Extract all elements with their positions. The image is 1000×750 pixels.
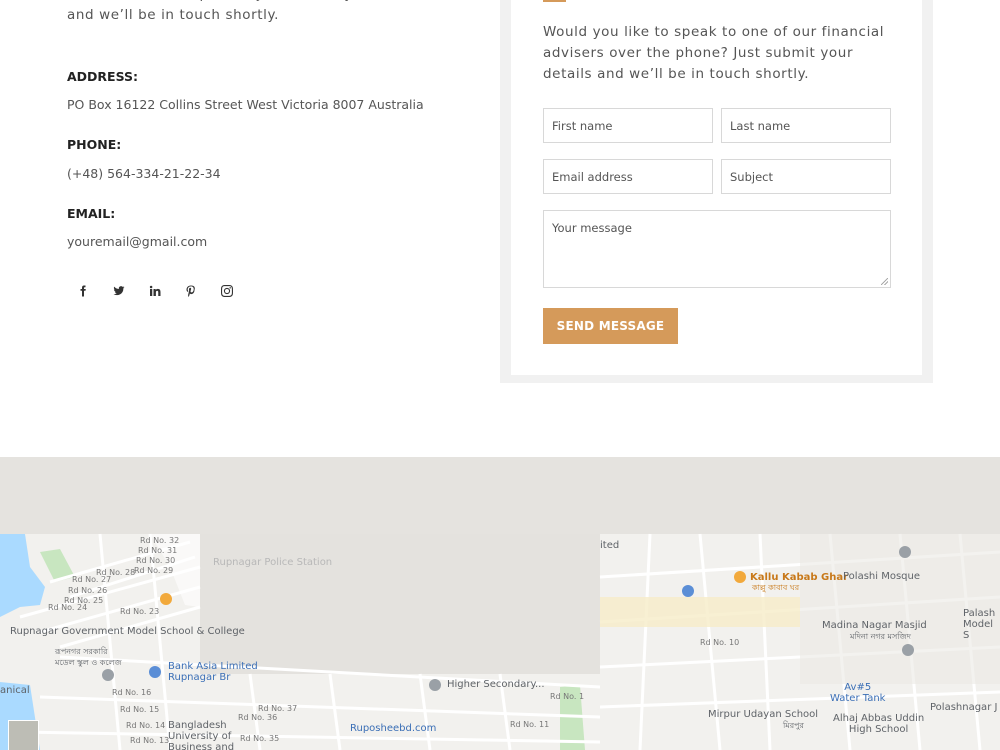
road-label: Rd No. 11 bbox=[510, 720, 550, 729]
map-label-madina-masjid: Madina Nagar Masjid bbox=[822, 620, 927, 631]
last-name-placeholder: Last name bbox=[730, 118, 791, 133]
road-label: Rd No. 1 bbox=[550, 692, 585, 701]
map-label-palashnagar-model: Palash Model S bbox=[963, 608, 996, 641]
linkedin-icon[interactable] bbox=[146, 282, 163, 299]
subject-field[interactable]: Subject bbox=[721, 159, 891, 194]
first-name-field[interactable]: First name bbox=[543, 108, 713, 143]
road-label: Rd No. 36 bbox=[238, 713, 278, 722]
map-label-madina-masjid-bn: মদিনা নগর মসজিদ bbox=[850, 632, 911, 641]
map-label-rupnagar-school: Rupnagar Government Model School & Colle… bbox=[10, 626, 245, 637]
address-value: PO Box 16122 Collins Street West Victori… bbox=[67, 97, 424, 112]
map-label-rupnagar-branch: Rupnagar Br bbox=[168, 672, 231, 683]
road-label: Rd No. 29 bbox=[134, 566, 174, 575]
road-label: Rd No. 24 bbox=[48, 603, 88, 612]
map-label-kallu-kabab-bn: কাল্লু কাবাব ঘর bbox=[752, 583, 800, 592]
pinterest-icon[interactable] bbox=[182, 282, 199, 299]
map-label-ruposheebd: Ruposheebd.com bbox=[350, 723, 437, 734]
instagram-icon[interactable] bbox=[218, 282, 235, 299]
last-name-field[interactable]: Last name bbox=[721, 108, 891, 143]
email-label: EMAIL: bbox=[67, 206, 116, 221]
map-label-mirpur-udayan: Mirpur Udayan School bbox=[708, 709, 819, 720]
form-description: Would you like to speak to one of our fi… bbox=[543, 24, 885, 82]
map-label-rupnagar-school-bn: রূপনগর সরকারি মডেল স্কুল ও কলেজ bbox=[55, 647, 122, 667]
map-label-polashi-mosque: Polashi Mosque bbox=[843, 571, 920, 582]
map-label-higher-secondary: Higher Secondary... bbox=[447, 679, 545, 690]
map-label-water-tank: Av#5 Water Tank bbox=[830, 682, 886, 704]
map-label-bangladesh-university: Bangladesh University of Business and bbox=[168, 720, 235, 750]
map-label-alhaj-abbas: Alhaj Abbas Uddin High School bbox=[833, 713, 925, 735]
message-placeholder: Your message bbox=[552, 221, 632, 235]
email-value: youremail@gmail.com bbox=[67, 234, 208, 249]
road-label: Rd No. 27 bbox=[72, 575, 112, 584]
contact-intro: advisers over the phone? Just submit you… bbox=[67, 0, 431, 23]
map-label-police-station: Rupnagar Police Station bbox=[213, 557, 333, 568]
map-label-polashnagar: Polashnagar J bbox=[930, 702, 998, 713]
map-embed[interactable]: Rupnagar Government Model School & Colle… bbox=[0, 457, 1000, 750]
map-label-mirpur-udayan-bn: মিরপুর bbox=[783, 721, 804, 730]
road-label: Rd No. 16 bbox=[112, 688, 152, 697]
twitter-icon[interactable] bbox=[110, 282, 127, 299]
facebook-icon[interactable] bbox=[74, 282, 91, 299]
road-label: Rd No. 10 bbox=[700, 638, 740, 647]
road-label: Rd No. 13 bbox=[130, 736, 170, 745]
accent-divider bbox=[543, 0, 566, 2]
satellite-toggle-button[interactable] bbox=[8, 720, 39, 750]
phone-label: PHONE: bbox=[67, 137, 122, 152]
road-label: Rd No. 15 bbox=[120, 705, 160, 714]
email-field[interactable]: Email address bbox=[543, 159, 713, 194]
phone-value: (+48) 564-334-21-22-34 bbox=[67, 166, 221, 181]
address-label: ADDRESS: bbox=[67, 69, 139, 84]
road-label: Rd No. 35 bbox=[240, 734, 280, 743]
road-label: Rd No. 23 bbox=[120, 607, 160, 616]
resize-handle-icon[interactable] bbox=[881, 278, 888, 285]
map-label-bank-asia: Bank Asia Limited bbox=[168, 661, 258, 672]
map-label-united: ited bbox=[600, 540, 620, 551]
send-message-button[interactable]: SEND MESSAGE bbox=[543, 308, 678, 344]
email-placeholder: Email address bbox=[552, 169, 633, 184]
first-name-placeholder: First name bbox=[552, 118, 613, 133]
road-label: Rd No. 14 bbox=[126, 721, 166, 730]
subject-placeholder: Subject bbox=[730, 169, 773, 184]
map-label-anical: anical bbox=[0, 685, 30, 696]
message-field[interactable]: Your message bbox=[543, 210, 891, 288]
social-links bbox=[74, 282, 235, 299]
